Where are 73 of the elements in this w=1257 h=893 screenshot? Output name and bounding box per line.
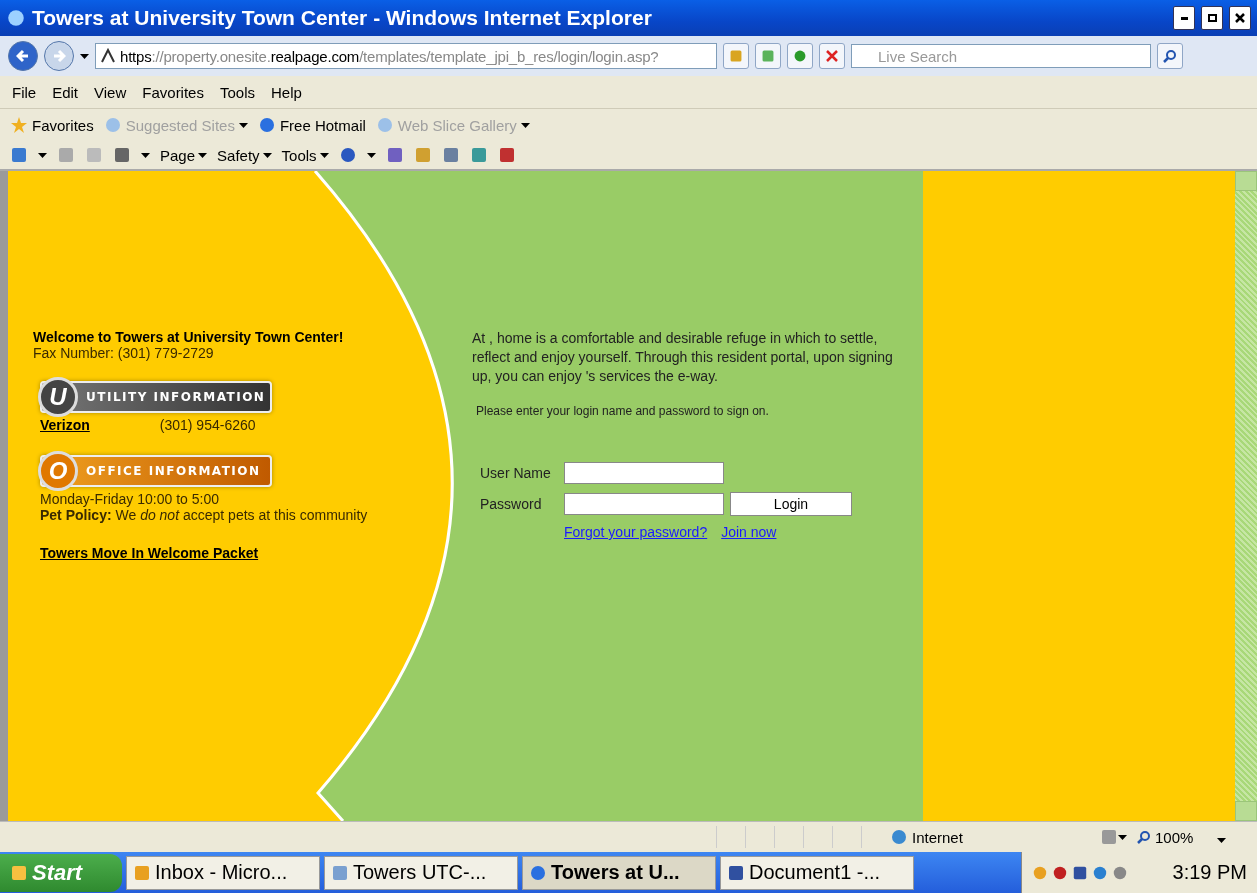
- restore-button[interactable]: [1201, 6, 1223, 30]
- lock-button[interactable]: [723, 43, 749, 69]
- star-icon: [10, 116, 28, 134]
- address-field[interactable]: https://property.onesite.realpage.com/templates/template_jpi_b_res/login/login.asp?: [95, 43, 717, 69]
- login-button[interactable]: Login: [730, 492, 852, 516]
- taskbar-button[interactable]: Towers at U...: [522, 855, 716, 890]
- taskbar-button[interactable]: Inbox - Micro...: [126, 855, 320, 890]
- favorites-bar-item[interactable]: Free Hotmail: [257, 116, 366, 134]
- search-icon: [1163, 49, 1177, 63]
- search-button[interactable]: [1157, 43, 1183, 69]
- site-logo-icon: [100, 48, 116, 64]
- menu-item[interactable]: Favorites: [136, 81, 210, 103]
- command-menu[interactable]: Page: [160, 146, 208, 164]
- zoom-level[interactable]: 100%: [1127, 828, 1257, 846]
- caret-icon: [262, 152, 272, 158]
- minimize-icon: [1180, 16, 1188, 20]
- menu-item[interactable]: File: [6, 81, 43, 103]
- password-field[interactable]: [564, 493, 724, 515]
- caret-icon: [319, 152, 329, 158]
- search-field[interactable]: Live Search: [851, 44, 1151, 68]
- caret-icon: [366, 152, 376, 158]
- url-text: ://property.onesite.: [151, 47, 271, 65]
- caret-icon: [198, 152, 208, 158]
- window-title: Towers at University Town Center - Windows Internet Explorer: [32, 6, 653, 30]
- menu-item[interactable]: Tools: [213, 81, 261, 103]
- url-text: https: [120, 47, 152, 65]
- menu-item[interactable]: View: [88, 81, 133, 103]
- stop-button[interactable]: [819, 43, 845, 69]
- caret-icon: [238, 122, 248, 128]
- menu-item[interactable]: Edit: [46, 81, 85, 103]
- pet-policy: Pet Policy: We do not accept pets at this community: [40, 507, 369, 523]
- back-arrow-icon: [16, 49, 30, 63]
- login-instructions: Please enter your login name and password to sign on.: [476, 404, 770, 418]
- account-link[interactable]: Forgot your password?: [564, 524, 708, 540]
- search-icon: [1137, 830, 1151, 844]
- security-zone: Internet: [890, 828, 1100, 846]
- utility-phone: (301) 954-6260: [159, 417, 256, 433]
- close-icon: [826, 50, 838, 62]
- forward-button[interactable]: [44, 41, 74, 71]
- office-hours: Monday-Friday 10:00 to 5:00: [40, 491, 220, 507]
- welcome-heading: Welcome to Towers at University Town Center!: [33, 329, 345, 345]
- clock: 3:19 PM: [1172, 861, 1247, 884]
- scrollbar[interactable]: [1235, 171, 1257, 821]
- caret-icon: [1118, 834, 1127, 840]
- welcome-packet-link[interactable]: Towers Move In Welcome Packet: [40, 545, 448, 561]
- favorites-bar-item[interactable]: Favorites: [10, 116, 94, 134]
- intro-paragraph: At , home is a comfortable and desirable refuge in which to settle, reflect and enjoy yourself. Through this resident portal, upon signing up, you can enjoy 's services the e-way.: [472, 329, 894, 386]
- refresh-button[interactable]: [787, 43, 813, 69]
- caret-icon: [38, 152, 47, 158]
- account-link[interactable]: Join now: [721, 524, 777, 540]
- fax-number: Fax Number: (301) 779-2729: [33, 345, 215, 361]
- restore-icon: [1207, 14, 1217, 22]
- caret-icon: [141, 152, 150, 158]
- caret-icon: [520, 122, 530, 128]
- menu-item[interactable]: Help: [265, 81, 308, 103]
- field-label: User Name: [480, 465, 552, 481]
- taskbar-button[interactable]: Towers UTC-...: [324, 855, 518, 890]
- compatibility-button[interactable]: [755, 43, 781, 69]
- minimize-button[interactable]: [1173, 6, 1195, 30]
- command-menu[interactable]: Safety: [217, 146, 272, 164]
- command-menu[interactable]: Tools: [281, 146, 329, 164]
- url-text: realpage.com: [270, 47, 360, 65]
- url-text: /templates/template_jpi_b_res/login/login.asp?: [359, 47, 659, 65]
- field-label: Password: [480, 496, 543, 512]
- close-button[interactable]: [1229, 6, 1251, 30]
- taskbar-button[interactable]: Document1 -...: [720, 855, 914, 890]
- forward-arrow-icon: [52, 49, 66, 63]
- caret-icon: [80, 53, 89, 59]
- close-icon: [1235, 13, 1245, 23]
- utility-link[interactable]: Verizon: [40, 417, 90, 433]
- caret-icon: [1217, 837, 1227, 843]
- back-button[interactable]: [8, 41, 38, 71]
- username-field[interactable]: [564, 462, 724, 484]
